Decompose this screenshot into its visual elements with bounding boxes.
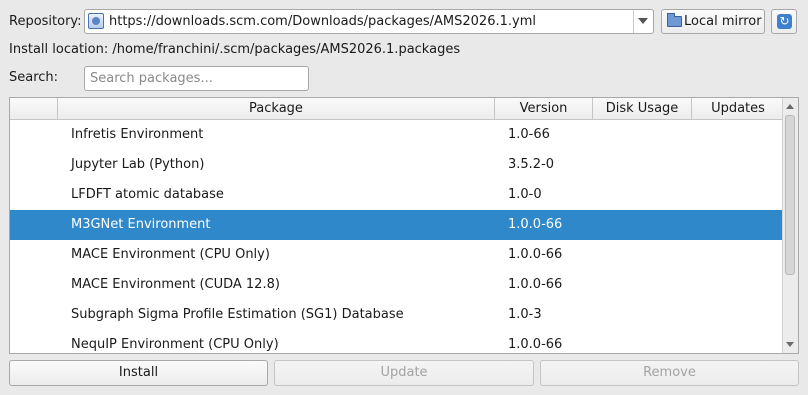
refresh-button[interactable]: ↻ xyxy=(771,9,797,34)
column-header-version[interactable]: Version xyxy=(495,98,593,119)
table-row[interactable]: MACE Environment (CUDA 12.8) 1.0.0-66 xyxy=(10,270,784,300)
package-name: Jupyter Lab (Python) xyxy=(71,157,205,172)
chevron-down-icon xyxy=(638,18,648,24)
install-location: Install location: /home/franchini/.scm/p… xyxy=(9,42,461,57)
package-name: M3GNet Environment xyxy=(71,217,211,232)
update-button[interactable]: Update xyxy=(274,360,534,386)
package-version: 1.0.0-66 xyxy=(508,217,563,232)
repository-dropdown-button[interactable] xyxy=(633,10,653,33)
package-table[interactable]: Package Version Disk Usage Updates Infre… xyxy=(9,97,799,354)
repository-label: Repository: xyxy=(9,14,82,29)
scroll-up-icon[interactable] xyxy=(786,104,794,109)
package-version: 1.0-66 xyxy=(508,127,550,142)
package-name: NequIP Environment (CPU Only) xyxy=(71,337,279,352)
package-version: 1.0.0-66 xyxy=(508,337,563,352)
local-mirror-button[interactable]: Local mirror xyxy=(661,9,765,34)
table-row-selected[interactable]: M3GNet Environment 1.0.0-66 xyxy=(10,210,784,240)
package-version: 1.0.0-66 xyxy=(508,277,563,292)
local-mirror-label: Local mirror xyxy=(684,14,762,29)
folder-icon xyxy=(667,13,682,27)
remove-button[interactable]: Remove xyxy=(540,360,799,386)
table-row[interactable]: Subgraph Sigma Profile Estimation (SG1) … xyxy=(10,300,784,330)
package-name: MACE Environment (CUDA 12.8) xyxy=(71,277,280,292)
column-header-updates[interactable]: Updates xyxy=(692,98,784,119)
repository-url: https://downloads.scm.com/Downloads/pack… xyxy=(109,14,536,29)
search-label: Search: xyxy=(9,70,59,85)
refresh-icon: ↻ xyxy=(777,14,792,29)
column-header-package[interactable]: Package xyxy=(58,98,495,119)
column-header-select[interactable] xyxy=(10,98,58,119)
search-input[interactable] xyxy=(84,66,309,91)
package-version: 1.0-3 xyxy=(508,307,542,322)
table-row[interactable]: LFDFT atomic database 1.0-0 xyxy=(10,180,784,210)
package-version: 1.0.0-66 xyxy=(508,247,563,262)
package-name: Subgraph Sigma Profile Estimation (SG1) … xyxy=(71,307,404,322)
column-header-disk-usage[interactable]: Disk Usage xyxy=(593,98,692,119)
package-name: LFDFT atomic database xyxy=(71,187,224,202)
scrollbar-thumb[interactable] xyxy=(785,115,795,275)
package-name: MACE Environment (CPU Only) xyxy=(71,247,270,262)
package-version: 1.0-0 xyxy=(508,187,542,202)
vertical-scrollbar[interactable] xyxy=(782,98,798,353)
install-button[interactable]: Install xyxy=(9,360,268,386)
repository-combobox[interactable]: https://downloads.scm.com/Downloads/pack… xyxy=(84,9,654,34)
table-header: Package Version Disk Usage Updates xyxy=(10,98,784,120)
globe-icon xyxy=(88,13,104,29)
table-row[interactable]: Infretis Environment 1.0-66 xyxy=(10,120,784,150)
table-row[interactable]: MACE Environment (CPU Only) 1.0.0-66 xyxy=(10,240,784,270)
scroll-down-icon[interactable] xyxy=(786,342,794,347)
table-row[interactable]: NequIP Environment (CPU Only) 1.0.0-66 xyxy=(10,330,784,353)
package-version: 3.5.2-0 xyxy=(508,157,555,172)
package-name: Infretis Environment xyxy=(71,127,204,142)
table-row[interactable]: Jupyter Lab (Python) 3.5.2-0 xyxy=(10,150,784,180)
